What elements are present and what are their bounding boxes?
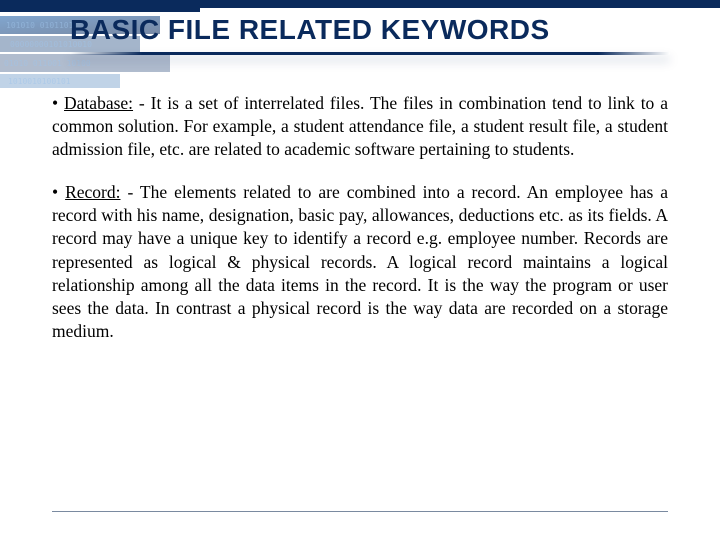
title-area: BASIC FILE RELATED KEYWORDS — [70, 14, 700, 55]
text-record: - The elements related to are combined i… — [52, 182, 668, 341]
text-database: - It is a set of interrelated files. The… — [52, 93, 668, 159]
bullet-database: • Database: - It is a set of interrelate… — [52, 92, 668, 161]
footer-divider — [52, 511, 668, 512]
svg-text:101010 0101101: 101010 0101101 — [6, 21, 74, 30]
title-underline — [70, 52, 670, 55]
slide-title: BASIC FILE RELATED KEYWORDS — [70, 14, 700, 46]
svg-text:1010010100101: 1010010100101 — [8, 77, 71, 86]
bullet-record: • Record: - The elements related to are … — [52, 181, 668, 343]
term-record: Record: — [65, 182, 120, 202]
term-database: Database: — [64, 93, 133, 113]
svg-text:01010 011001 10100: 01010 011001 10100 — [4, 59, 91, 68]
slide-content: • Database: - It is a set of interrelate… — [52, 92, 668, 506]
